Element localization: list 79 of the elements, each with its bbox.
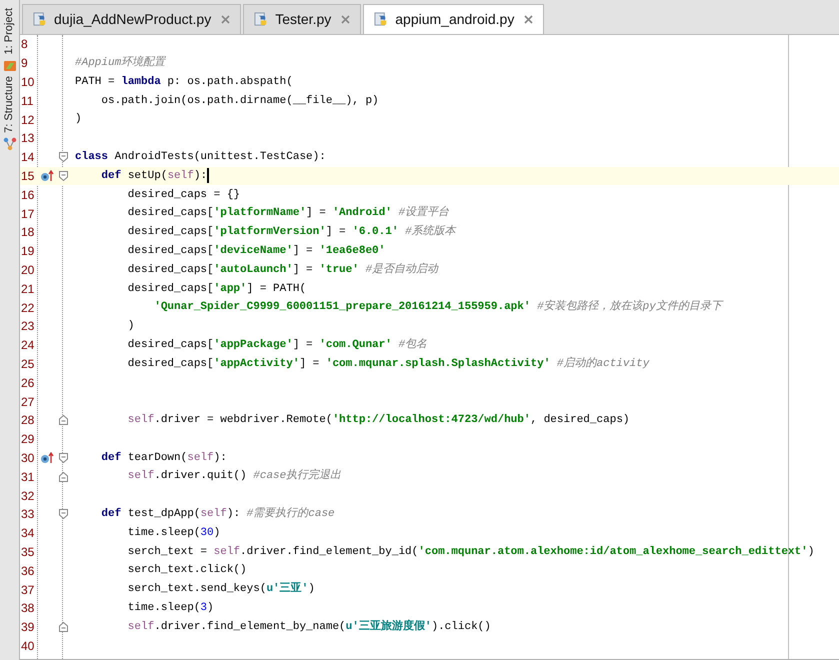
- line-number: 17: [20, 206, 36, 223]
- line-number: 33: [20, 506, 36, 524]
- code-line: self.driver = webdriver.Remote('http://localhost:4723/wd/hub', desired_caps): [126, 413, 630, 428]
- line-number: 14: [20, 149, 36, 166]
- code-line: PATH = lambda p: os.path.abspath(: [74, 74, 293, 90]
- close-icon[interactable]: [221, 15, 230, 24]
- code-line: desired_caps['appPackage'] = 'com.Qunar' #包名: [126, 337, 428, 353]
- line-number: 36: [20, 562, 36, 580]
- fold-icon[interactable]: [58, 415, 68, 426]
- line-number: 27: [20, 394, 36, 411]
- code-line: class AndroidTests(unittest.TestCase):: [74, 150, 326, 165]
- code-line: self.driver.quit() #case执行完退出: [126, 468, 342, 484]
- file-tab[interactable]: appium_android.py: [363, 4, 544, 34]
- line-number: 24: [20, 337, 36, 354]
- code-line: desired_caps['appActivity'] = 'com.mqunar.splash.SplashActivity' #启动的activity: [126, 356, 650, 372]
- code-line: def setUp(self):: [100, 168, 208, 184]
- code-line: ): [74, 112, 82, 128]
- line-number: 38: [20, 600, 36, 618]
- fold-icon[interactable]: [58, 170, 68, 181]
- override-icon[interactable]: [40, 170, 54, 182]
- code-line: serch_text.click(): [126, 563, 247, 578]
- fold-icon[interactable]: [58, 622, 68, 632]
- code-line: self.driver.find_element_by_name(u'三亚旅游度假').click(): [126, 618, 491, 635]
- code-line: time.sleep(3): [126, 601, 214, 616]
- fold-icon[interactable]: [58, 472, 68, 482]
- file-tab[interactable]: dujia_AddNewProduct.py: [22, 4, 242, 34]
- line-number: 23: [20, 318, 36, 336]
- code-line: desired_caps['platformName'] = 'Android' #设置平台: [126, 205, 450, 222]
- folder-icon: [2, 58, 16, 72]
- code-line: desired_caps['app'] = PATH(: [126, 282, 306, 296]
- line-number: 13: [20, 130, 36, 148]
- line-number: 37: [20, 582, 36, 598]
- code-line: 'Qunar_Spider_C9999_60001151_prepare_20161214_155959.apk' #安装包路径，放在该py文件的目录下: [153, 299, 722, 316]
- line-number: 22: [20, 300, 36, 317]
- python-file-icon: [33, 12, 48, 27]
- code-line: os.path.join(os.path.dirname(__file__), p): [100, 94, 379, 109]
- line-number: 12: [20, 112, 36, 129]
- line-number: 19: [20, 243, 36, 260]
- tool-window-tab[interactable]: 1: Project: [1, 8, 18, 54]
- line-number: 34: [20, 525, 36, 542]
- line-number: 21: [20, 280, 36, 298]
- code-line: time.sleep(30): [126, 526, 220, 541]
- line-number: 25: [20, 356, 36, 373]
- line-number: 20: [20, 262, 36, 279]
- line-number: 15: [20, 168, 36, 185]
- code-line: desired_caps = {}: [126, 188, 240, 203]
- code-line: serch_text.send_keys(u'三亚'): [126, 581, 315, 598]
- fold-icon[interactable]: [58, 509, 68, 520]
- override-icon[interactable]: [40, 452, 54, 464]
- tool-window-tab[interactable]: 7: Structure: [1, 76, 18, 134]
- code-line: ): [126, 319, 134, 334]
- code-line: desired_caps['autoLaunch'] = 'true' #是否自动启动: [126, 262, 438, 278]
- fold-icon[interactable]: [58, 152, 68, 162]
- line-number: 35: [20, 544, 36, 561]
- file-tab[interactable]: Tester.py: [243, 4, 362, 34]
- line-number: 40: [20, 638, 36, 655]
- code-line: def tearDown(self):: [100, 450, 227, 466]
- line-number: 11: [20, 92, 34, 110]
- line-number: 9: [20, 55, 29, 72]
- line-number: 29: [20, 431, 36, 448]
- code-line: def test_dpApp(self): #需要执行的case: [100, 506, 335, 522]
- line-number: 8: [20, 36, 29, 54]
- line-number: 32: [20, 488, 36, 505]
- code-line: desired_caps['platformVersion'] = '6.0.1' #系统版本: [126, 224, 456, 240]
- line-number: 28: [20, 412, 36, 430]
- line-number: 16: [20, 186, 36, 204]
- close-icon[interactable]: [524, 15, 534, 24]
- fold-icon[interactable]: [58, 452, 68, 463]
- line-number: 31: [20, 468, 36, 486]
- code-line: desired_caps['deviceName'] = '1ea6e8e0': [126, 244, 386, 259]
- structure-icon: [2, 137, 16, 152]
- line-number: 26: [20, 374, 36, 392]
- code-line: serch_text = self.driver.find_element_by_id('com.mqunar.atom.alexhome:id/atom_alexhome_search_edittext'): [126, 544, 814, 560]
- line-number: 18: [20, 224, 36, 242]
- line-number: 39: [20, 619, 36, 636]
- close-icon[interactable]: [341, 15, 350, 24]
- code-line: #Appium环境配置: [74, 54, 166, 71]
- line-number: 10: [20, 74, 36, 91]
- line-number: 30: [20, 450, 36, 467]
